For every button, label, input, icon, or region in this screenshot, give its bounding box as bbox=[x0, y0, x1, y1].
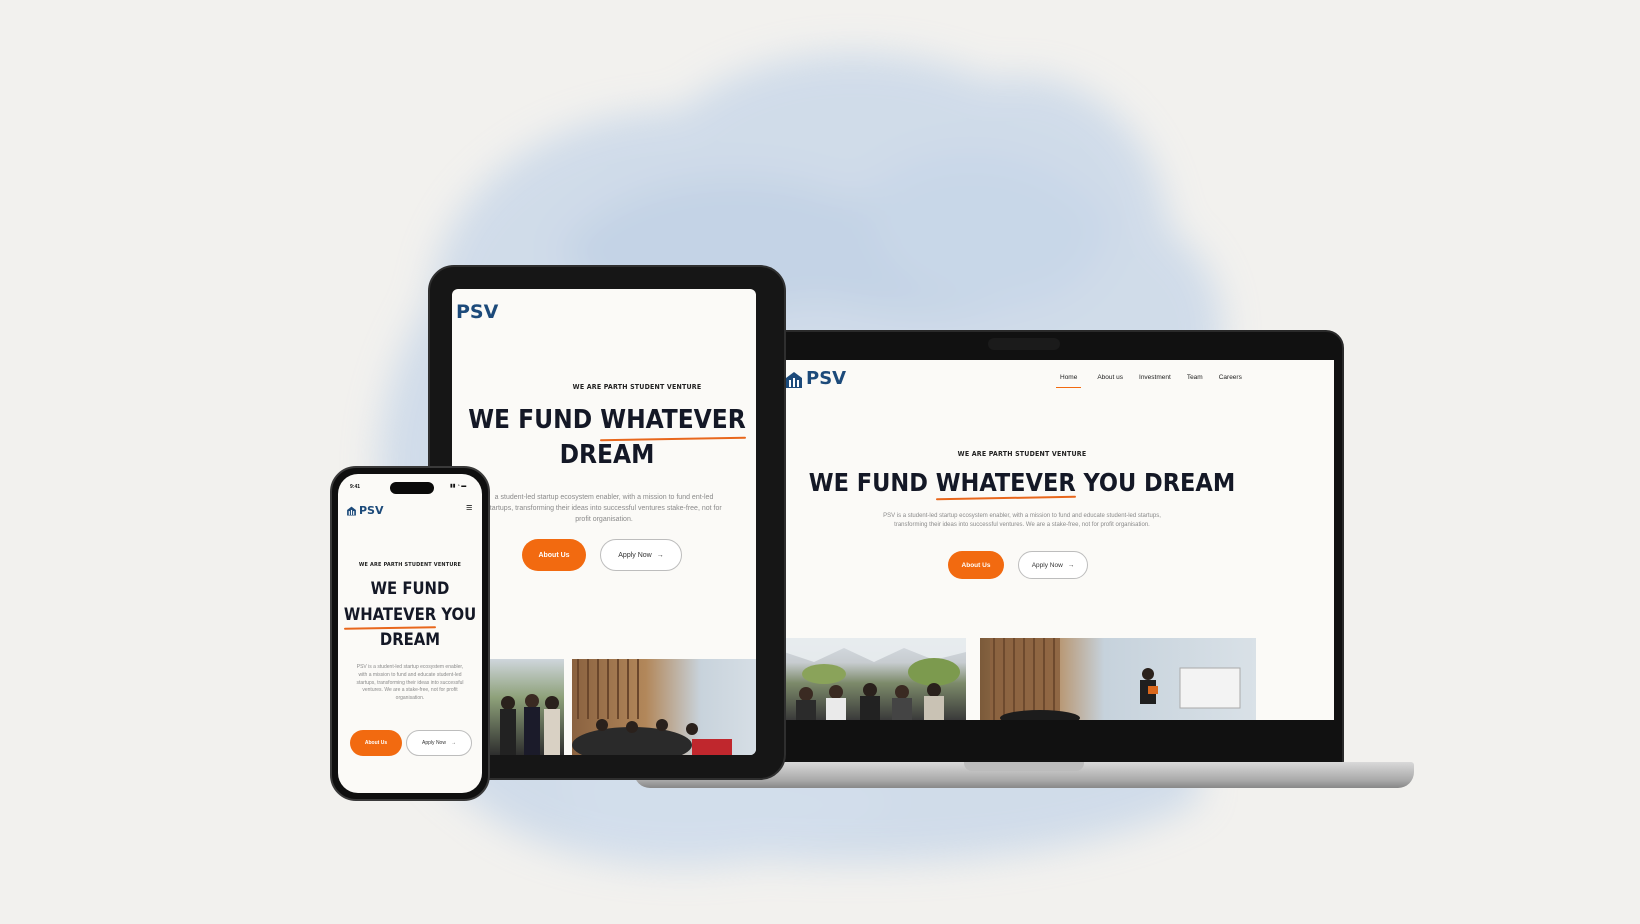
psv-logo-icon bbox=[347, 506, 356, 516]
phone-logo-text: PSV bbox=[359, 504, 384, 517]
tablet-headline-a: WE FUND bbox=[468, 405, 601, 435]
nav-investment[interactable]: Investment bbox=[1139, 374, 1171, 388]
phone-apply-now-button[interactable]: Apply Now → bbox=[406, 730, 472, 756]
tablet-description: a student-led startup ecosystem enabler,… bbox=[486, 494, 722, 523]
phone-headline: WE FUND WHATEVER YOU DREAM bbox=[338, 576, 482, 653]
tablet-screen: PSV WE ARE PARTH STUDENT VENTURE WE FUND… bbox=[452, 289, 756, 755]
phone-mockup: 9:41 ▮▮ ◔ ▬ PSV ≡ WE ARE PARTH STUDENT V… bbox=[330, 466, 490, 801]
nav-about-us[interactable]: About us bbox=[1097, 374, 1123, 388]
nav-home[interactable]: Home bbox=[1056, 374, 1082, 388]
hamburger-menu-icon[interactable]: ≡ bbox=[466, 502, 472, 514]
about-us-button-label: About Us bbox=[961, 561, 991, 569]
apply-now-button[interactable]: Apply Now → bbox=[1018, 551, 1088, 579]
arrow-right-icon: → bbox=[1067, 561, 1075, 569]
team-photo-outdoor bbox=[784, 638, 966, 720]
arrow-right-icon: → bbox=[656, 551, 664, 559]
laptop-lid: PSV Home About us Investment Team Career… bbox=[700, 330, 1344, 765]
phone-headline-3: DREAM bbox=[379, 630, 441, 650]
tablet-headline-b: DREAM bbox=[559, 440, 655, 471]
phone-dynamic-island bbox=[390, 482, 434, 494]
team-photo-classroom bbox=[980, 638, 1256, 720]
tablet-about-us-button[interactable]: About Us bbox=[522, 539, 586, 571]
apply-now-button-label: Apply Now bbox=[1031, 561, 1063, 569]
desktop-headline-underlined: WHATEVER bbox=[935, 468, 1076, 497]
tablet-apply-now-button[interactable]: Apply Now → bbox=[600, 539, 682, 571]
desktop-logo-text: PSV bbox=[806, 368, 847, 389]
desktop-headline: WE FUND WHATEVER YOU DREAM bbox=[710, 468, 1334, 497]
phone-headline-underlined: WHATEVER bbox=[344, 602, 436, 628]
arrow-right-icon: → bbox=[450, 740, 456, 746]
tablet-headline: WE FUND WHATEVER DREAM bbox=[452, 403, 756, 473]
phone-description: PSV is a student-led startup ecosystem e… bbox=[356, 664, 464, 701]
tablet-apply-now-label: Apply Now bbox=[618, 551, 652, 559]
tablet-photo-outdoor bbox=[490, 659, 564, 755]
phone-headline-2: YOU bbox=[436, 604, 477, 624]
phone-about-us-label: About Us bbox=[364, 740, 388, 746]
desktop-nav: Home About us Investment Team Careers bbox=[1056, 374, 1242, 388]
desktop-kicker: WE ARE PARTH STUDENT VENTURE bbox=[957, 450, 1087, 458]
phone-about-us-button[interactable]: About Us bbox=[350, 730, 402, 756]
signal-battery-icon: ▮▮ ◔ ▬ bbox=[450, 483, 467, 489]
psv-logo-icon bbox=[786, 371, 802, 388]
phone-screen: 9:41 ▮▮ ◔ ▬ PSV ≡ WE ARE PARTH STUDENT V… bbox=[338, 474, 482, 793]
phone-kicker: WE ARE PARTH STUDENT VENTURE bbox=[358, 562, 462, 568]
phone-status-time: 9:41 bbox=[350, 484, 361, 490]
tablet-headline-underlined: WHATEVER bbox=[600, 403, 746, 438]
nav-team[interactable]: Team bbox=[1187, 374, 1203, 388]
laptop-camera-notch bbox=[988, 338, 1060, 350]
tablet-about-us-label: About Us bbox=[538, 551, 570, 559]
tablet-kicker: WE ARE PARTH STUDENT VENTURE bbox=[572, 383, 702, 391]
phone-apply-now-label: Apply Now bbox=[422, 740, 446, 746]
desktop-description: PSV is a student-led startup ecosystem e… bbox=[883, 513, 1161, 529]
phone-logo[interactable]: PSV bbox=[346, 504, 384, 517]
desktop-headline-a: WE FUND bbox=[808, 468, 936, 497]
desktop-logo[interactable]: PSV bbox=[784, 368, 846, 389]
about-us-button[interactable]: About Us bbox=[948, 551, 1004, 579]
desktop-screen: PSV Home About us Investment Team Career… bbox=[710, 360, 1334, 720]
tablet-photo-classroom bbox=[572, 659, 756, 755]
desktop-headline-b: YOU DREAM bbox=[1075, 468, 1236, 497]
tablet-logo-text: PSV bbox=[456, 301, 499, 323]
tablet-logo[interactable]: PSV bbox=[456, 301, 498, 323]
nav-careers[interactable]: Careers bbox=[1219, 374, 1242, 388]
phone-headline-1: WE FUND bbox=[370, 579, 450, 598]
laptop-base-groove bbox=[964, 762, 1084, 771]
